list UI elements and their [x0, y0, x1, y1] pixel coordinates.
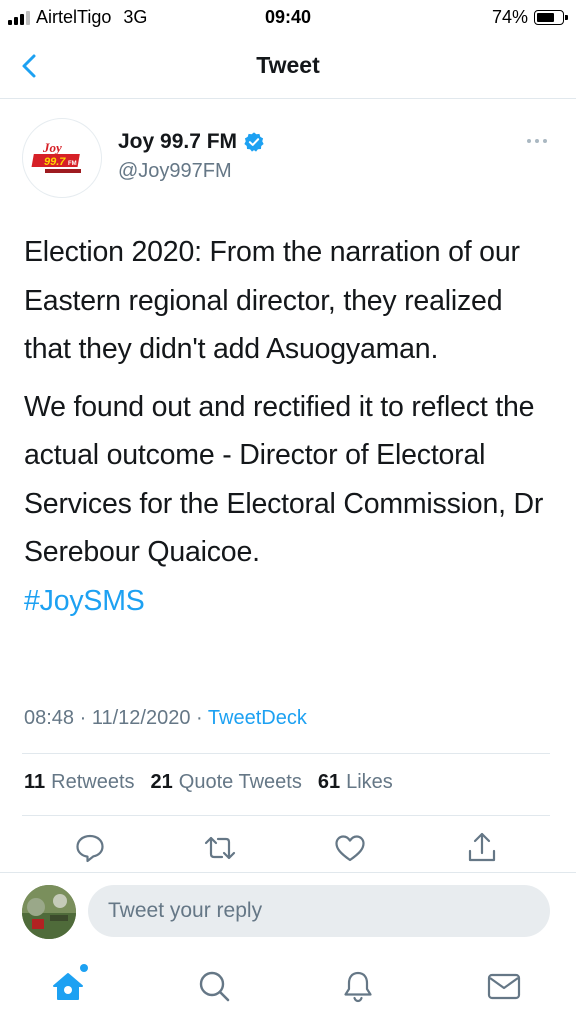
status-time: 09:40	[264, 7, 312, 27]
divider	[22, 753, 550, 754]
svg-text:Joy: Joy	[42, 140, 62, 155]
home-unread-dot	[80, 964, 88, 972]
meta-separator: ·	[79, 707, 87, 729]
home-icon[interactable]	[48, 966, 88, 1006]
hashtag-link[interactable]: #JoySMS	[24, 585, 145, 617]
tweet-date: 11/12/2020	[91, 707, 191, 729]
page-title: Tweet	[256, 52, 320, 78]
retweets-label: Retweets	[51, 771, 135, 793]
tweet-actions	[0, 830, 576, 870]
status-bar: AirtelTigo 3G 09:40 74%	[0, 0, 576, 36]
svg-text:99.7: 99.7	[44, 156, 66, 168]
reply-bar: Tweet your reply	[0, 872, 576, 951]
tweet-stats: 11 Retweets 21 Quote Tweets 61 Likes	[24, 771, 409, 794]
retweets-stat[interactable]: 11 Retweets	[24, 771, 135, 794]
tweet-text: Election 2020: From the narration of our…	[24, 228, 554, 625]
retweets-count: 11	[24, 771, 46, 793]
tweet-source-link[interactable]: TweetDeck	[208, 707, 307, 729]
likes-stat[interactable]: 61 Likes	[318, 771, 393, 794]
tweet-paragraph-1: Election 2020: From the narration of our…	[24, 236, 520, 365]
likes-label: Likes	[346, 771, 393, 793]
user-handle[interactable]: @Joy997FM	[118, 160, 232, 183]
status-right: 74%	[491, 7, 568, 28]
svg-text:FM: FM	[68, 161, 77, 167]
likes-count: 61	[317, 771, 341, 793]
joy-fm-logo-icon: Joy 99.7 FM	[31, 139, 86, 175]
battery-percent: 74%	[491, 7, 528, 27]
battery-icon	[534, 10, 568, 25]
author-avatar[interactable]: Joy 99.7 FM	[22, 118, 102, 198]
divider	[22, 815, 550, 816]
nav-bar: Tweet	[0, 36, 576, 99]
tweet-paragraph-2: We found out and rectified it to reflect…	[24, 390, 544, 569]
comment-icon[interactable]	[72, 830, 108, 866]
quote-tweets-label: Quote Tweets	[178, 771, 302, 793]
messages-envelope-icon[interactable]	[484, 966, 524, 1006]
quote-tweets-count: 21	[150, 771, 173, 793]
notifications-bell-icon[interactable]	[338, 966, 378, 1006]
reply-input[interactable]: Tweet your reply	[88, 885, 550, 937]
verified-badge-icon	[244, 132, 264, 152]
quote-tweets-stat[interactable]: 21 Quote Tweets	[151, 771, 302, 794]
tweet-timestamp: 08:48 · 11/12/2020 · TweetDeck	[24, 707, 307, 730]
display-name-text: Joy 99.7 FM	[118, 130, 238, 153]
search-icon[interactable]	[194, 966, 234, 1006]
heart-icon[interactable]	[332, 830, 368, 866]
more-options-icon[interactable]	[522, 132, 552, 150]
meta-separator: ·	[196, 707, 203, 729]
tweet-time: 08:48	[24, 707, 75, 729]
user-avatar[interactable]	[22, 885, 76, 939]
display-name[interactable]: Joy 99.7 FM	[118, 130, 265, 154]
tab-bar	[0, 950, 576, 1024]
share-icon[interactable]	[464, 830, 500, 866]
retweet-icon[interactable]	[202, 830, 238, 866]
